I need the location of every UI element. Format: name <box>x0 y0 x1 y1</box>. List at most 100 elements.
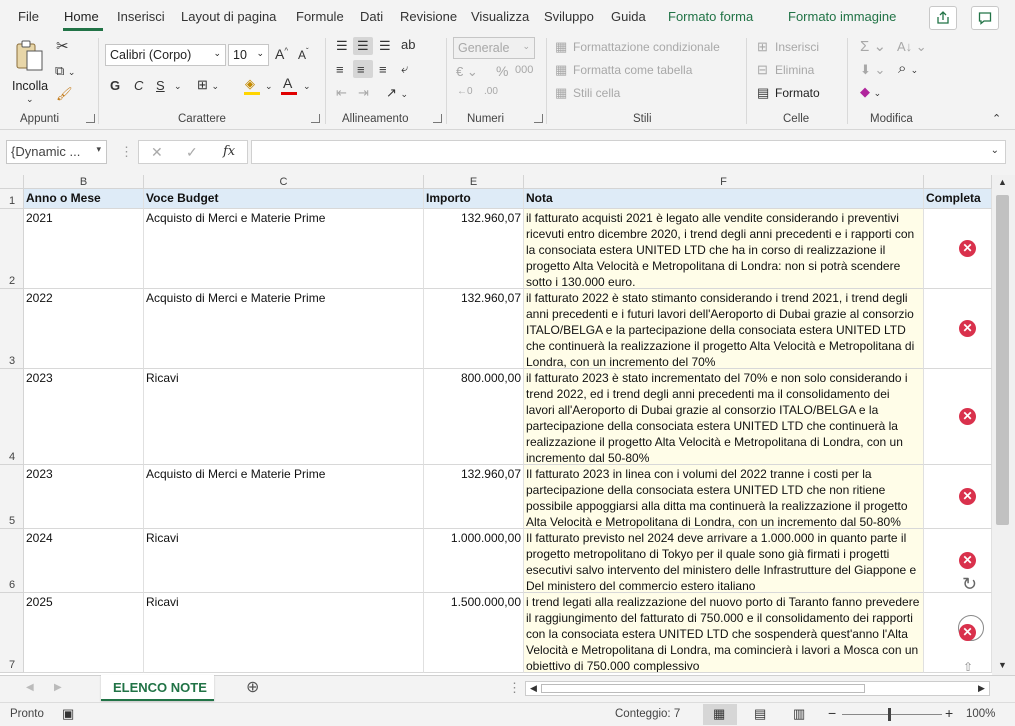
menu-data[interactable]: Dati <box>360 9 383 24</box>
font-size-select[interactable]: 10 ⌄ <box>228 44 269 66</box>
table-cell-item[interactable]: Acquisto di Merci e Materie Prime <box>144 465 424 529</box>
table-cell-amount[interactable]: 1.000.000,00 <box>424 529 524 593</box>
error-x-icon[interactable]: ✕ <box>959 240 976 257</box>
menu-file[interactable]: File <box>18 9 39 24</box>
table-cell-complete[interactable]: ✕ <box>924 289 992 369</box>
vertical-scrollbar[interactable]: ▲ ▼ <box>992 175 1015 675</box>
drag-handle-icon[interactable]: ⋮ <box>120 145 133 158</box>
menu-help[interactable]: Guida <box>611 9 646 24</box>
header-cell-e[interactable]: Importo <box>424 189 524 209</box>
decrease-decimal-icon[interactable]: .00 <box>484 87 498 97</box>
table-cell-year[interactable]: 2022 <box>24 289 144 369</box>
cut-icon[interactable]: ✂ <box>56 39 69 54</box>
table-cell-note[interactable]: Il fatturato previsto nel 2024 deve arri… <box>524 529 924 593</box>
decrease-font-icon[interactable]: Aˇ <box>298 48 309 62</box>
percent-icon[interactable]: % <box>496 64 508 78</box>
table-cell-item[interactable]: Ricavi <box>144 369 424 465</box>
error-x-icon[interactable]: ✕ <box>959 488 976 505</box>
find-select-icon[interactable]: ⌕ ⌄ <box>898 61 918 76</box>
conditional-format-button[interactable]: Formattazione condizionale <box>573 40 720 54</box>
comments-button[interactable] <box>971 6 999 30</box>
enter-icon[interactable]: ✓ <box>186 145 198 159</box>
menu-insert[interactable]: Inserisci <box>117 9 165 24</box>
header-cell-f[interactable]: Nota <box>524 189 924 209</box>
table-cell-item[interactable]: Ricavi <box>144 593 424 673</box>
sheet-tab-active[interactable]: ELENCO NOTE <box>101 675 214 701</box>
macro-record-icon[interactable]: ▣ <box>62 707 74 720</box>
cancel-icon[interactable]: ✕ <box>151 145 163 159</box>
table-cell-complete[interactable]: ✕ <box>924 369 992 465</box>
align-bottom-icon[interactable]: ☰ <box>379 39 391 52</box>
wrap-text-icon[interactable]: ⤶ <box>401 62 408 75</box>
header-cell-g[interactable]: Completa <box>924 189 992 209</box>
orientation-icon[interactable]: ab <box>401 38 415 51</box>
row-header[interactable]: 2 <box>0 209 24 289</box>
error-x-icon[interactable]: ✕ <box>959 624 976 641</box>
table-cell-item[interactable]: Acquisto di Merci e Materie Prime <box>144 289 424 369</box>
prev-sheet-icon[interactable]: ◀ <box>26 683 34 693</box>
select-all-corner[interactable] <box>0 175 24 189</box>
table-cell-item[interactable]: Acquisto di Merci e Materie Prime <box>144 209 424 289</box>
menu-shape-format[interactable]: Formato forma <box>668 9 753 24</box>
thousands-icon[interactable]: 000 <box>515 65 533 76</box>
row-header[interactable]: 1 <box>0 189 24 209</box>
chevron-down-icon[interactable]: ⌄ <box>265 82 273 91</box>
menu-review[interactable]: Revisione <box>400 9 457 24</box>
column-header-e[interactable]: E <box>424 175 524 189</box>
header-cell-c[interactable]: Voce Budget <box>144 189 424 209</box>
table-cell-year[interactable]: 2023 <box>24 369 144 465</box>
chevron-down-icon[interactable]: ⌄ <box>303 82 311 91</box>
decrease-indent-icon[interactable]: ⇤ <box>336 86 347 99</box>
name-box[interactable]: {Dynamic ... ▾ <box>6 140 107 164</box>
table-cell-year[interactable]: 2025 <box>24 593 144 673</box>
vertical-scroll-thumb[interactable] <box>996 195 1009 525</box>
zoom-slider-thumb[interactable] <box>888 708 891 721</box>
increase-decimal-icon[interactable]: ←0 <box>457 87 473 97</box>
font-launcher-icon[interactable] <box>311 114 320 123</box>
currency-icon[interactable]: € ⌄ <box>456 65 478 78</box>
menu-page-layout[interactable]: Layout di pagina <box>181 9 276 24</box>
italic-button[interactable]: C <box>134 79 143 92</box>
column-header-g[interactable] <box>924 175 992 189</box>
zoom-out-icon[interactable]: − <box>828 706 836 720</box>
table-cell-amount[interactable]: 132.960,07 <box>424 465 524 529</box>
error-x-icon[interactable]: ✕ <box>959 408 976 425</box>
align-top-icon[interactable]: ☰ <box>336 39 348 52</box>
table-cell-complete[interactable]: ✕ <box>924 593 992 673</box>
insert-function-icon[interactable]: fx <box>223 145 235 158</box>
column-header-f[interactable]: F <box>524 175 924 189</box>
number-launcher-icon[interactable] <box>534 114 543 123</box>
copy-icon[interactable]: ⧉ ⌄ <box>55 64 75 77</box>
table-cell-note[interactable]: il fatturato 2022 è stato stimanto consi… <box>524 289 924 369</box>
column-header-c[interactable]: C <box>144 175 424 189</box>
menu-picture-format[interactable]: Formato immagine <box>788 9 896 24</box>
zoom-in-icon[interactable]: + <box>945 706 953 720</box>
add-sheet-icon[interactable]: ⊕ <box>246 680 259 696</box>
error-x-icon[interactable]: ✕ <box>959 320 976 337</box>
bold-button[interactable]: G <box>110 79 120 92</box>
scroll-right-icon[interactable]: ▶ <box>978 684 985 693</box>
table-cell-year[interactable]: 2021 <box>24 209 144 289</box>
clear-icon[interactable]: ◆ ⌄ <box>860 85 881 98</box>
table-cell-amount[interactable]: 800.000,00 <box>424 369 524 465</box>
alignment-launcher-icon[interactable] <box>433 114 442 123</box>
share-button[interactable] <box>929 6 957 30</box>
row-header[interactable]: 7 <box>0 593 24 673</box>
increase-indent-icon[interactable]: ⇥ <box>358 86 369 99</box>
fill-icon[interactable]: ⬇ ⌄ <box>860 63 885 76</box>
format-as-table-button[interactable]: Formatta come tabella <box>573 63 692 77</box>
table-cell-amount[interactable]: 1.500.000,00 <box>424 593 524 673</box>
paste-button[interactable]: Incolla ⌄ <box>12 39 48 105</box>
row-header[interactable]: 4 <box>0 369 24 465</box>
row-header[interactable]: 5 <box>0 465 24 529</box>
align-right-icon[interactable]: ≡ <box>379 63 387 76</box>
cell-styles-button[interactable]: Stili cella <box>573 86 620 100</box>
row-header[interactable]: 3 <box>0 289 24 369</box>
error-x-icon[interactable]: ✕ <box>959 552 976 569</box>
zoom-level[interactable]: 100% <box>966 708 995 720</box>
scroll-up-icon[interactable]: ▲ <box>998 178 1007 187</box>
delete-cells-button[interactable]: Elimina <box>775 63 814 77</box>
autosum-icon[interactable]: Σ ⌄ <box>860 39 886 54</box>
table-cell-item[interactable]: Ricavi <box>144 529 424 593</box>
font-name-select[interactable]: Calibri (Corpo) ⌄ <box>105 44 226 66</box>
